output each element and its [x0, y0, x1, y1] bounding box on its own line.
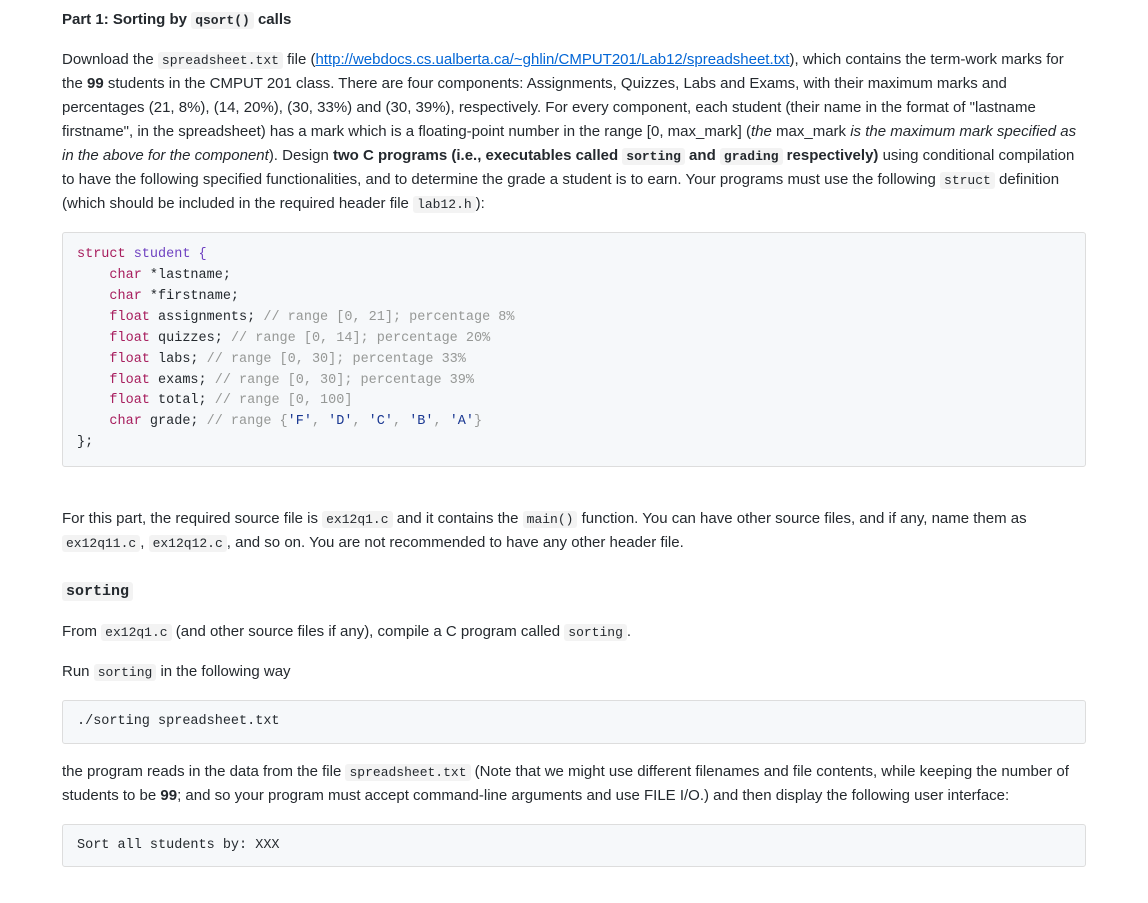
intro-text: Download the: [62, 51, 158, 68]
ex12q1-file: ex12q1.c: [322, 511, 392, 528]
ui-output-block: Sort all students by: XXX: [62, 824, 1086, 868]
num-99: 99: [160, 787, 177, 804]
ex12q12-file: ex12q12.c: [149, 535, 227, 552]
intro-text: , max_mark] (: [659, 123, 751, 140]
intro-paragraph: Download the spreadsheet.txt file (http:…: [62, 48, 1086, 216]
grading-exec: grading: [720, 148, 783, 165]
num-99: 99: [87, 75, 104, 92]
source-file-paragraph: For this part, the required source file …: [62, 507, 1086, 555]
sorting-exec: sorting: [622, 148, 685, 165]
spreadsheet-filename: spreadsheet.txt: [345, 764, 470, 781]
sorting-title-code: sorting: [62, 582, 133, 601]
intro-text: file (: [283, 51, 316, 68]
struct-code-block: struct student { char *lastname; char *f…: [62, 232, 1086, 467]
compile-instruction: From ex12q1.c (and other source files if…: [62, 620, 1086, 644]
range-open: [0: [647, 123, 660, 140]
lab12-header: lab12.h: [413, 196, 476, 213]
intro-text: ):: [476, 195, 485, 212]
heading-code: qsort(): [191, 12, 254, 29]
heading-prefix: Part 1: Sorting by: [62, 11, 191, 28]
spreadsheet-link[interactable]: http://webdocs.cs.ualberta.ca/~ghlin/CMP…: [315, 51, 789, 68]
bold-programs: two C programs (i.e., executables called…: [333, 147, 878, 164]
run-command-block: ./sorting spreadsheet.txt: [62, 700, 1086, 744]
sorting-exec: sorting: [564, 624, 627, 641]
intro-text: max_mark: [772, 123, 850, 140]
italic-the: the: [751, 123, 772, 140]
sorting-exec: sorting: [94, 664, 157, 681]
ex12q11-file: ex12q11.c: [62, 535, 140, 552]
file-io-paragraph: the program reads in the data from the f…: [62, 760, 1086, 808]
intro-text: ). Design: [269, 147, 333, 164]
sorting-section-title: sorting: [62, 579, 1086, 604]
struct-keyword: struct: [940, 172, 995, 189]
heading-suffix: calls: [254, 11, 292, 28]
ex12q1-file: ex12q1.c: [101, 624, 171, 641]
main-func: main(): [523, 511, 578, 528]
run-instruction: Run sorting in the following way: [62, 660, 1086, 684]
spreadsheet-filename: spreadsheet.txt: [158, 52, 283, 69]
part-heading: Part 1: Sorting by qsort() calls: [62, 8, 1086, 32]
